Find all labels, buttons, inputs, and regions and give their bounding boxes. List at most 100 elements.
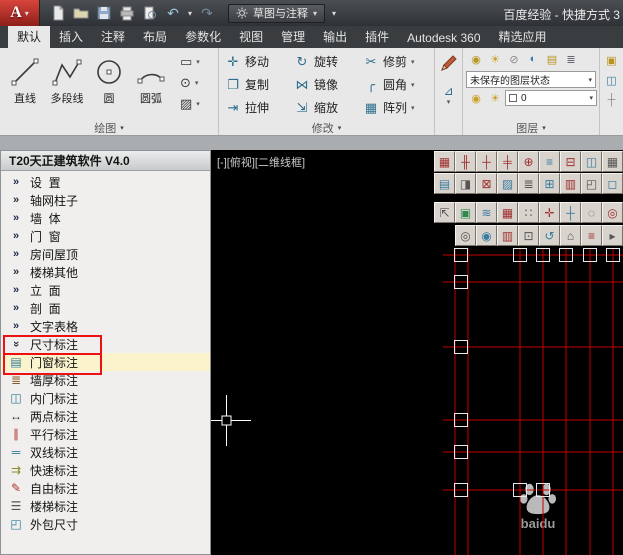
layers-panel-label[interactable]: 图层 ▾ <box>463 120 599 135</box>
modify-tool-button[interactable]: ⋈ 镜像 ▾ <box>294 76 361 93</box>
ribbon-tab[interactable]: 参数化 <box>176 24 230 48</box>
tz-toolbar-button[interactable]: ≣ <box>518 173 539 194</box>
palette-item[interactable]: » 剖 面 <box>1 299 210 317</box>
palette-item[interactable]: » 设 置 <box>1 173 210 191</box>
palette-item[interactable]: ⇉ 快速标注 <box>1 461 210 479</box>
tz-toolbar-button[interactable]: ≡ <box>539 151 560 172</box>
tz-toolbar-button[interactable]: ≡ <box>581 225 602 246</box>
tz-toolbar-button[interactable]: ▤ <box>434 173 455 194</box>
tz-toolbar-button[interactable]: ∷ <box>518 202 539 223</box>
tz-toolbar-button[interactable]: ▥ <box>497 225 518 246</box>
palette-item[interactable]: » 立 面 <box>1 281 210 299</box>
ribbon-tab[interactable]: 插入 <box>50 24 92 48</box>
modify-tool-button[interactable]: ╭ 圆角 ▾ <box>363 76 430 93</box>
drawing-canvas[interactable]: [-][俯视][二维线框] baidu ▦ ╫ ┼ ╪ ⊕ ≡ ⊟ ◫ ▦ ▤ … <box>211 150 623 555</box>
workspace-selector[interactable]: 草图与注释 ▾ <box>228 3 326 23</box>
ribbon-tab[interactable]: 注释 <box>92 24 134 48</box>
line-button[interactable]: 直线 <box>4 50 46 120</box>
tz-toolbar-button[interactable]: ◉ <box>476 225 497 246</box>
polyline-button[interactable]: 多段线 <box>46 50 88 120</box>
tz-toolbar-button[interactable]: ◨ <box>455 173 476 194</box>
tz-toolbar-button[interactable]: ⊟ <box>560 151 581 172</box>
tz-toolbar-button[interactable]: ╪ <box>497 151 518 172</box>
palette-item[interactable]: ◫ 内门标注 <box>1 389 210 407</box>
ribbon-tab[interactable]: 布局 <box>134 24 176 48</box>
ribbon-tab[interactable]: 输出 <box>314 24 356 48</box>
tz-toolbar-button[interactable]: ◫ <box>581 151 602 172</box>
ribbon-tool-icon[interactable]: ◫ <box>603 72 621 88</box>
palette-item[interactable]: ☰ 楼梯标注 <box>1 497 210 515</box>
qat-customize-icon[interactable]: ▾ <box>332 9 336 18</box>
layer-visibility-icon[interactable]: ☀ <box>486 90 504 106</box>
palette-item[interactable]: ═ 双线标注 <box>1 443 210 461</box>
modify-tool-button[interactable]: ✂ 修剪 ▾ <box>363 53 430 70</box>
modify-tool-button[interactable]: ↻ 旋转 ▾ <box>294 53 361 70</box>
tz-toolbar-button[interactable]: ┼ <box>560 202 581 223</box>
undo-dropdown-icon[interactable]: ▾ <box>188 9 192 18</box>
tz-toolbar-button[interactable]: ⊕ <box>518 151 539 172</box>
dimension-tool-button[interactable]: ⊿ ▾ <box>443 84 453 106</box>
tz-toolbar-button[interactable]: ▦ <box>434 151 455 172</box>
layer-state-combo[interactable]: 未保存的图层状态 ▾ <box>466 71 596 88</box>
modify-tool-button[interactable]: ❐ 复制 ▾ <box>225 76 292 93</box>
draw-tool-button[interactable]: ▨ ▾ <box>172 96 214 112</box>
redo-icon[interactable]: ↷ <box>199 5 215 21</box>
palette-item[interactable]: ◰ 外包尺寸 <box>1 515 210 533</box>
palette-item[interactable]: » 楼梯其他 <box>1 263 210 281</box>
tz-toolbar-button[interactable]: ⊠ <box>476 173 497 194</box>
modify-panel-label[interactable]: 修改 ▾ <box>219 120 434 135</box>
tz-toolbar-button[interactable]: ▦ <box>497 202 518 223</box>
tz-toolbar-button[interactable]: ↺ <box>539 225 560 246</box>
modify-tool-button[interactable]: ⇲ 缩放 ▾ <box>294 99 361 116</box>
palette-item[interactable]: ≣ 墙厚标注 <box>1 371 210 389</box>
ribbon-tab[interactable]: Autodesk 360 <box>398 27 489 48</box>
tz-toolbar-button[interactable]: ✛ <box>539 202 560 223</box>
tz-toolbar-button[interactable]: ▣ <box>455 202 476 223</box>
layer-visibility-icon[interactable]: ◉ <box>467 90 485 106</box>
tz-toolbar-button[interactable]: ≋ <box>476 202 497 223</box>
ribbon-tab[interactable]: 管理 <box>272 24 314 48</box>
draw-tool-button[interactable]: ▭ ▾ <box>172 54 214 70</box>
layer-tool-icon[interactable]: ⊘ <box>505 51 523 67</box>
palette-item[interactable]: » 轴网柱子 <box>1 191 210 209</box>
tz-toolbar-button[interactable]: ▸ <box>602 225 623 246</box>
draw-panel-label[interactable]: 绘图 ▾ <box>0 120 218 135</box>
palette-item[interactable]: » 文字表格 <box>1 317 210 335</box>
tz-toolbar-button[interactable]: ◎ <box>602 202 623 223</box>
layer-tool-icon[interactable]: ≣ <box>562 51 580 67</box>
tz-toolbar-button[interactable]: ◎ <box>455 225 476 246</box>
layer-tool-icon[interactable]: ◐ <box>524 51 542 67</box>
tz-toolbar-button[interactable]: ▨ <box>497 173 518 194</box>
palette-item[interactable]: » 房间屋顶 <box>1 245 210 263</box>
draw-tool-button[interactable]: ⊙ ▾ <box>172 75 214 91</box>
tz-toolbar-button[interactable]: ⊞ <box>539 173 560 194</box>
palette-item[interactable]: » 墙 体 <box>1 209 210 227</box>
tz-toolbar-button[interactable]: ⌂ <box>560 225 581 246</box>
ribbon-tab[interactable]: 视图 <box>230 24 272 48</box>
viewport-controls[interactable]: [-][俯视][二维线框] <box>217 154 305 170</box>
palette-item[interactable]: ▤ 门窗标注 <box>1 353 210 375</box>
ribbon-tool-icon[interactable]: ┼ <box>603 92 621 108</box>
layer-tool-icon[interactable]: ☀ <box>486 51 504 67</box>
tz-toolbar-button[interactable]: ▦ <box>602 151 623 172</box>
palette-item[interactable]: » 门 窗 <box>1 227 210 245</box>
tz-toolbar-button[interactable]: ◰ <box>581 173 602 194</box>
palette-item[interactable]: ✎ 自由标注 <box>1 479 210 497</box>
modify-tool-button[interactable]: ✛ 移动 ▾ <box>225 53 292 70</box>
layer-tool-icon[interactable]: ◉ <box>467 51 485 67</box>
tz-toolbar-button[interactable]: ◌ <box>581 202 602 223</box>
modify-tool-button[interactable]: ⇥ 拉伸 ▾ <box>225 99 292 116</box>
tz-toolbar-button[interactable]: ◻ <box>602 173 623 194</box>
tz-toolbar-button[interactable]: ╫ <box>455 151 476 172</box>
print-preview-icon[interactable] <box>142 5 158 21</box>
arc-button[interactable]: 圆弧 <box>130 50 172 120</box>
ribbon-tab[interactable]: 精选应用 <box>490 24 556 48</box>
ribbon-tab[interactable]: 插件 <box>356 24 398 48</box>
layer-tool-icon[interactable]: ▤ <box>543 51 561 67</box>
palette-item[interactable]: » 尺寸标注 <box>1 335 210 357</box>
tz-toolbar-button[interactable]: ▥ <box>560 173 581 194</box>
palette-title[interactable]: T20天正建筑软件 V4.0 <box>1 151 210 171</box>
tz-toolbar-button[interactable]: ⇱ <box>434 202 455 223</box>
app-menu-button[interactable]: A ▾ <box>0 0 40 26</box>
modify-tool-button[interactable]: ▦ 阵列 ▾ <box>363 99 430 116</box>
